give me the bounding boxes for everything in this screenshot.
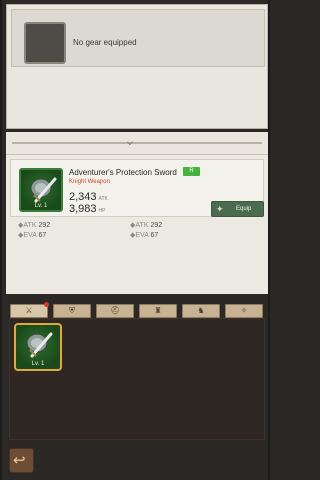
chevron-down-icon: ⌄ (124, 132, 136, 148)
tab-accessory[interactable]: ✧ (225, 304, 263, 318)
substat-left-2: ◆EVA 67 (18, 232, 47, 239)
sword-icon (30, 177, 57, 203)
armor-tab-icon: ♜ (154, 306, 162, 315)
accessory-tab-icon: ✧ (240, 306, 248, 315)
no-gear-text: No gear equipped (73, 38, 137, 47)
tab-boots[interactable]: ♞ (182, 304, 220, 318)
tab-weapon[interactable]: ⚔ (10, 302, 49, 318)
equip-icon: ✦ (216, 204, 224, 214)
hp-value: 3,983 (69, 203, 97, 215)
item-detail-panel: Lv. 1 Adventurer's Protection Sword R Kn… (6, 154, 268, 294)
atk-stat: 2,343 ATK (69, 191, 108, 203)
substat-right-1: ◆ATK 292 (130, 222, 163, 229)
equipped-gear-row: No gear equipped (11, 9, 265, 67)
inventory-item-level: Lv. 1 (31, 361, 45, 367)
empty-gear-slot[interactable] (24, 22, 66, 64)
game-screen: No gear equipped ⌄ Lv. 1 Adventurer's Pr… (0, 0, 270, 480)
boots-tab-icon: ♞ (197, 306, 205, 315)
hp-stat: 3,983 HP (69, 203, 105, 215)
hp-unit: HP (98, 208, 106, 214)
detail-blank-area (10, 249, 264, 289)
atk-unit: ATK (98, 196, 108, 202)
grade-badge: R (183, 167, 200, 176)
tab-shield[interactable]: ⛨ (53, 304, 91, 318)
panel-divider: ⌄ (6, 132, 268, 154)
equip-button-label: Equip (236, 206, 252, 212)
inventory-item[interactable]: Lv. 1 (14, 323, 62, 371)
substats-grid: ◆ATK 292 ◆EVA 67 ◆ATK 292 ◆EVA 67 (10, 221, 264, 243)
sword-icon (26, 332, 53, 358)
atk-value: 2,343 (69, 191, 97, 203)
sword-tab-icon: ⚔ (25, 306, 33, 315)
divider-line (12, 142, 262, 144)
item-detail-header: Lv. 1 Adventurer's Protection Sword R Kn… (10, 159, 264, 217)
inventory-grid: Lv. 1 (9, 318, 265, 440)
back-arrow-icon: ↩ (13, 452, 26, 469)
item-type: Knight Weapon (69, 179, 110, 185)
tab-helmet[interactable]: ⛑ (96, 304, 134, 318)
notification-dot (44, 302, 49, 307)
substat-left-1: ◆ATK 292 (18, 222, 51, 229)
item-level: Lv. 1 (34, 203, 48, 209)
item-name: Adventurer's Protection Sword (69, 168, 177, 177)
shield-tab-icon: ⛨ (69, 306, 75, 315)
equipped-gear-panel: No gear equipped (6, 4, 268, 129)
substat-right-2: ◆EVA 67 (130, 232, 159, 239)
category-tabs: ⚔ ⛨ ⛑ ♜ ♞ ✧ (10, 302, 264, 318)
helmet-tab-icon: ⛑ (109, 306, 121, 315)
item-icon[interactable]: Lv. 1 (19, 168, 63, 212)
back-button[interactable]: ↩ (9, 448, 34, 473)
tab-armor[interactable]: ♜ (139, 304, 177, 318)
equip-button[interactable]: ✦ Equip (211, 201, 264, 217)
